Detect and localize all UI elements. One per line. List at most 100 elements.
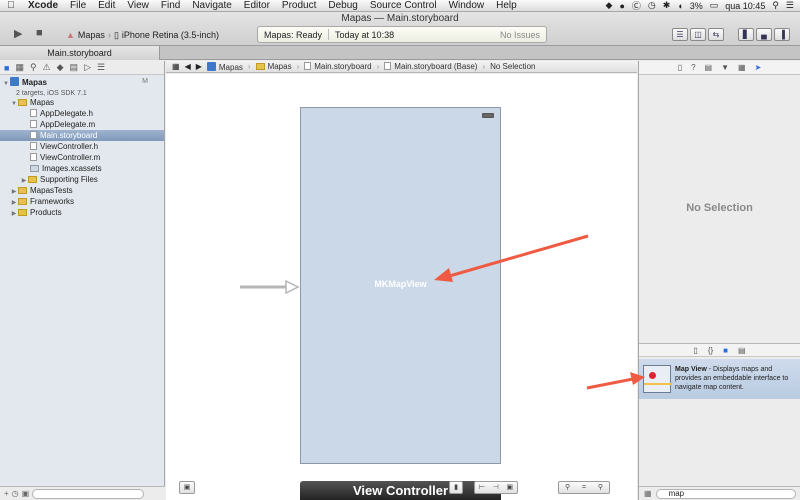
zoom-to-fit-icon[interactable]: ▣ [179,481,195,494]
tree-label: ViewController.h [40,142,99,151]
forward-icon[interactable]: ▶ [196,62,202,71]
tree-row-appdelegate-h[interactable]: AppDelegate.h [0,108,164,119]
wifi-icon[interactable]: ◖ [677,1,682,11]
menu-file[interactable]: File [64,0,92,11]
tree-row-mapas[interactable]: ▼ Mapas [0,97,164,108]
menu-app[interactable]: Xcode [22,0,64,11]
battery-percent[interactable]: 3% [690,1,703,11]
symbol-navigator-icon[interactable]: ▦ [15,62,24,73]
bluetooth-icon[interactable]: ✱ [663,0,671,11]
back-icon[interactable]: ◀ [185,62,191,71]
tree-row-appdelegate-m[interactable]: AppDelegate.m [0,119,164,130]
sync-icon[interactable]: ● [619,1,624,11]
project-navigator-icon[interactable]: ■ [4,63,9,73]
tree-row-products[interactable]: ▶ Products [0,207,164,218]
stop-icon[interactable]: ■ [36,27,43,39]
breakpoint-navigator-icon[interactable]: ▷ [84,62,91,73]
menu-find[interactable]: Find [155,0,186,11]
breadcrumb-label: Main.storyboard [314,62,372,71]
toggle-navigator-icon[interactable]: ▋ [738,28,754,41]
menu-help[interactable]: Help [490,0,523,11]
quick-help-icon[interactable]: ? [691,63,695,72]
storyboard-file-icon [30,131,37,139]
menu-source-control[interactable]: Source Control [364,0,443,11]
skype-icon[interactable]: Ⓒ [632,0,641,12]
media-library-icon[interactable]: ▤ [738,346,746,355]
file-inspector-icon[interactable]: ▯ [678,63,682,72]
library-item-map-view[interactable]: Map View - Displays maps and provides an… [639,359,800,399]
library-search-input[interactable]: map [655,488,796,499]
recent-files-icon[interactable]: ◷ [12,489,19,498]
zoom-in-icon[interactable]: ⚲ [598,482,603,493]
menu-debug[interactable]: Debug [322,0,363,11]
scene-dock-title[interactable]: View Controller [300,481,501,500]
breadcrumb-label: Mapas [218,62,243,72]
tab-main-storyboard[interactable]: Main.storyboard [0,46,160,60]
identity-inspector-icon[interactable]: ▤ [705,63,713,72]
notifications-icon[interactable]: ☰ [786,0,794,11]
attributes-inspector-icon[interactable]: ▼ [721,63,729,72]
code-snippet-library-icon[interactable]: {} [708,346,713,355]
tree-row-frameworks[interactable]: ▶ Frameworks [0,196,164,207]
file-template-library-icon[interactable]: ▯ [693,346,697,355]
align-icon[interactable]: ▮ [449,481,463,494]
issue-navigator-icon[interactable]: ⚠ [43,62,51,73]
chevron-right-icon: › [482,62,486,71]
scheme-selector[interactable]: ▲ Mapas › ▯ iPhone Retina (3.5-inch) [66,28,219,42]
spotlight-icon[interactable]: ⚲ [772,0,779,11]
tree-row-mapastests[interactable]: ▶ MapasTests [0,185,164,196]
zoom-out-icon[interactable]: ⚲ [565,482,570,493]
find-navigator-icon[interactable]: ⚲ [30,62,37,73]
project-row[interactable]: ▼ Mapas 2 targets, iOS SDK 7.1 M [0,75,164,97]
dropbox-icon[interactable]: ◆ [606,0,613,11]
breadcrumb-project[interactable]: Mapas [206,61,243,72]
battery-icon[interactable]: ▭ [710,0,719,11]
log-navigator-icon[interactable]: ☰ [97,62,105,73]
resolve-icon[interactable]: ⊣ [493,482,499,493]
test-navigator-icon[interactable]: ◆ [57,62,64,73]
tree-label: ViewController.m [40,153,101,162]
menu-editor[interactable]: Editor [238,0,276,11]
time-machine-icon[interactable]: ◷ [648,0,656,11]
standard-editor-icon[interactable]: ☰ [672,28,688,41]
object-library-icon[interactable]: ■ [723,346,728,355]
storyboard-canvas[interactable]: MKMapView ▣ View Controller ▮ ⊢ ⊣ ▣ ⚲ = … [166,74,637,500]
related-items-icon[interactable]: ▦ [172,62,180,71]
breadcrumb-group[interactable]: Mapas [255,62,292,71]
disclosure-open-icon[interactable]: ▼ [2,79,10,89]
add-icon[interactable]: + [4,489,9,498]
navigator-filter-field[interactable] [32,488,145,499]
menu-window[interactable]: Window [443,0,491,11]
size-inspector-icon[interactable]: ▦ [738,63,746,72]
menu-edit[interactable]: Edit [92,0,121,11]
menu-product[interactable]: Product [276,0,322,11]
breadcrumb-selection[interactable]: No Selection [490,62,535,71]
breadcrumb-file[interactable]: Main.storyboard [304,62,372,71]
header-file-icon [30,142,37,150]
apple-menu-icon[interactable]:  [0,0,22,11]
tree-row-main-storyboard[interactable]: Main.storyboard [0,130,164,141]
assistant-editor-icon[interactable]: ◫ [690,28,706,41]
pin-icon[interactable]: ⊢ [479,482,485,493]
layout-controls: ⊢ ⊣ ▣ [474,481,518,494]
grid-view-icon[interactable]: ▦ [644,489,652,498]
breadcrumb-localization[interactable]: Main.storyboard (Base) [384,62,477,71]
connections-inspector-icon[interactable]: ➤ [755,63,762,72]
toggle-debug-area-icon[interactable]: ▄ [756,28,772,41]
tree-row-viewcontroller-h[interactable]: ViewController.h [0,141,164,152]
menu-view[interactable]: View [121,0,155,11]
tree-row-supporting-files[interactable]: ▶ Supporting Files [0,174,164,185]
resizing-icon[interactable]: ▣ [507,482,514,493]
version-editor-icon[interactable]: ⇆ [708,28,724,41]
source-control-filter-icon[interactable]: ▣ [22,489,30,498]
disclosure-closed-icon[interactable]: ▶ [10,209,18,220]
clock[interactable]: qua 10:45 [725,1,765,11]
toggle-utilities-icon[interactable]: ▐ [774,28,790,41]
zoom-actual-icon[interactable]: = [582,482,586,493]
menu-navigate[interactable]: Navigate [186,0,237,11]
view-controller-scene[interactable]: MKMapView [300,107,501,464]
tree-row-images-xcassets[interactable]: Images.xcassets [0,163,164,174]
debug-navigator-icon[interactable]: ▤ [70,62,79,73]
tree-row-viewcontroller-m[interactable]: ViewController.m [0,152,164,163]
run-icon[interactable]: ▶ [14,27,22,40]
